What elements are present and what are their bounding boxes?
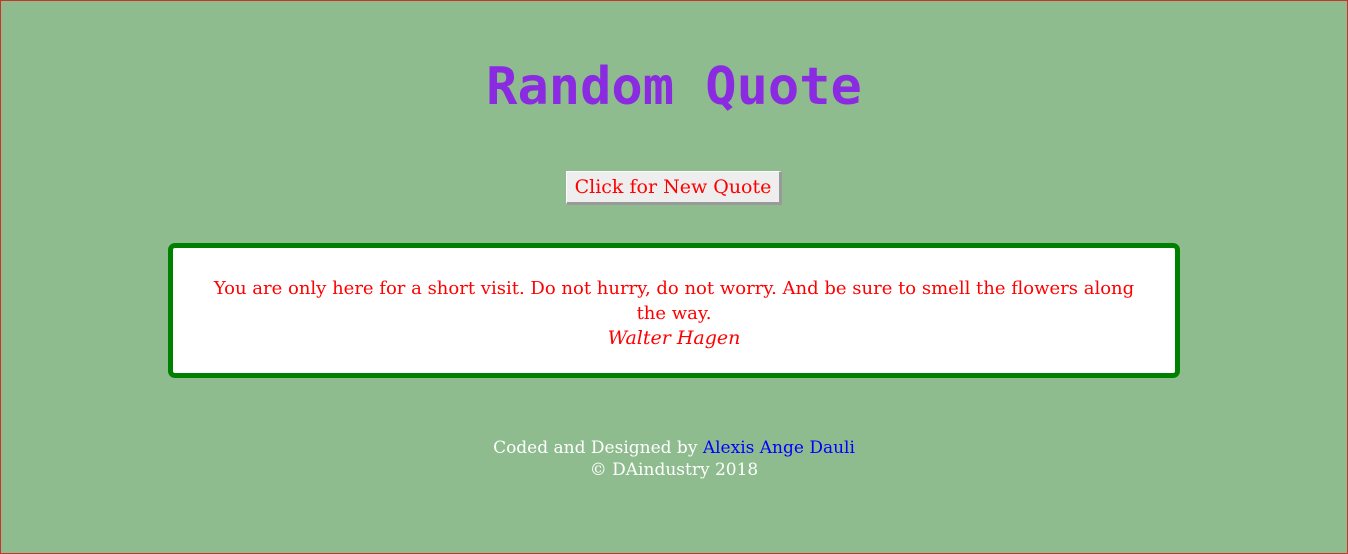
new-quote-button[interactable]: Click for New Quote: [565, 171, 783, 205]
quote-author: Walter Hagen: [607, 327, 741, 349]
button-container: Click for New Quote: [1, 171, 1347, 205]
footer-credit-line: Coded and Designed by Alexis Ange Dauli: [1, 437, 1347, 459]
footer-copyright: © DAindustry 2018: [589, 460, 759, 480]
author-link[interactable]: Alexis Ange Dauli: [703, 438, 855, 458]
footer: Coded and Designed by Alexis Ange Dauli …: [1, 437, 1347, 481]
page: Random Quote Click for New Quote You are…: [0, 0, 1348, 554]
page-title: Random Quote: [486, 57, 862, 117]
quote-box: You are only here for a short visit. Do …: [168, 243, 1180, 378]
footer-credit-prefix: Coded and Designed by: [493, 438, 698, 458]
quote-text: You are only here for a short visit. Do …: [213, 278, 1135, 324]
